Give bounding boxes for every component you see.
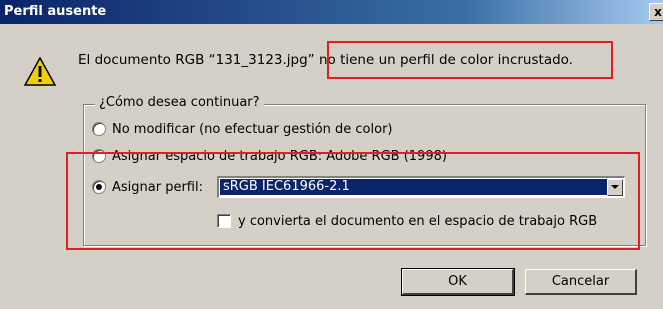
profile-missing-dialog: Perfil ausente x El documento RGB “131_3… [0, 0, 663, 309]
assign-annotation-box [66, 152, 640, 250]
message-annotation-box [327, 41, 613, 79]
radio-no-modify[interactable]: No modificar (no efectuar gestión de col… [92, 119, 393, 139]
radio-button[interactable] [92, 122, 106, 136]
radio-label: No modificar (no efectuar gestión de col… [112, 121, 393, 137]
warning-icon [24, 56, 56, 86]
group-legend: ¿Cómo desea continuar? [95, 94, 264, 112]
message-prefix: El documento RGB “131_3123.jpg” [78, 52, 315, 68]
window-title: Perfil ausente [4, 4, 107, 19]
close-icon[interactable]: x [649, 3, 663, 21]
cancel-button[interactable]: Cancelar [525, 269, 637, 295]
title-bar: Perfil ausente x [0, 0, 663, 24]
ok-button[interactable]: OK [401, 268, 515, 296]
